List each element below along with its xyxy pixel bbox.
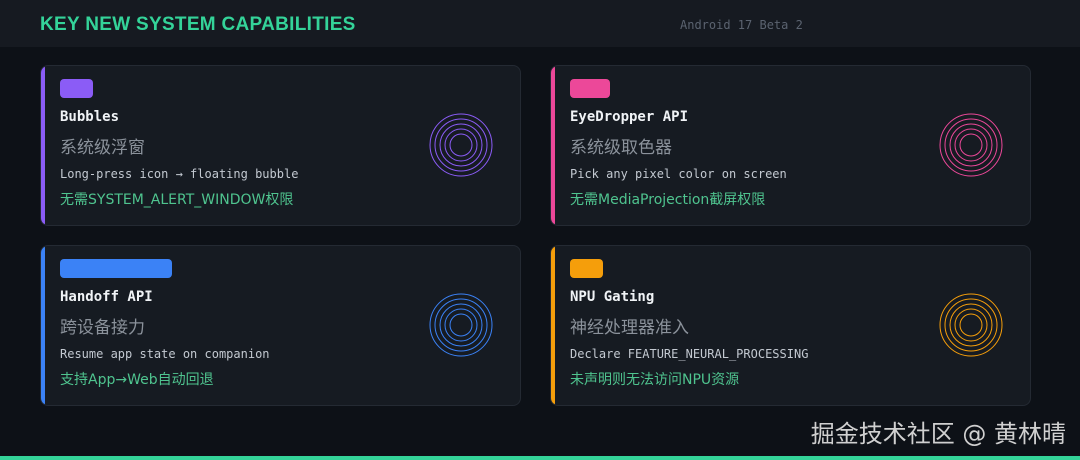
card-title: Bubbles (60, 109, 120, 125)
card-title: NPU Gating (570, 289, 655, 305)
capability-card-npu-gating: NPU Gating 神经处理器准入 Declare FEATURE_NEURA… (550, 245, 1031, 406)
card-subtitle-zh: 系统级浮窗 (60, 138, 145, 158)
capability-card-bubbles: Bubbles 系统级浮窗 Long-press icon → floating… (40, 65, 521, 226)
watermark: 掘金技术社区 @ 黄林晴 (810, 420, 1066, 448)
card-accent-bar (41, 246, 45, 405)
card-note: 支持App→Web自动回退 (60, 372, 214, 388)
card-note: 无需SYSTEM_ALERT_WINDOW权限 (60, 192, 294, 208)
card-note: 无需MediaProjection截屏权限 (570, 192, 766, 208)
card-title: Handoff API (60, 289, 153, 305)
card-subtitle-zh: 跨设备接力 (60, 318, 145, 338)
card-accent-bar (551, 66, 555, 225)
card-title: EyeDropper API (570, 109, 689, 125)
card-description: Pick any pixel color on screen (570, 167, 787, 181)
capability-card-handoff: Handoff API 跨设备接力 Resume app state on co… (40, 245, 521, 406)
card-subtitle-zh: 神经处理器准入 (570, 318, 689, 338)
card-accent-bar (41, 66, 45, 225)
concentric-rings-icon (939, 293, 1003, 357)
footer-accent-line (0, 456, 1080, 460)
version-label: Android 17 Beta 2 (680, 18, 803, 32)
concentric-rings-icon (429, 113, 493, 177)
card-accent-bar (551, 246, 555, 405)
capability-card-eyedropper: EyeDropper API 系统级取色器 Pick any pixel col… (550, 65, 1031, 226)
card-color-badge (60, 79, 93, 98)
card-color-badge (570, 259, 603, 278)
card-description: Long-press icon → floating bubble (60, 167, 299, 181)
card-note: 未声明则无法访问NPU资源 (570, 372, 740, 388)
page-title: KEY NEW SYSTEM CAPABILITIES (40, 14, 356, 35)
card-color-badge (60, 259, 172, 278)
card-description: Declare FEATURE_NEURAL_PROCESSING (570, 347, 809, 361)
card-color-badge (570, 79, 610, 98)
card-subtitle-zh: 系统级取色器 (570, 138, 672, 158)
card-description: Resume app state on companion (60, 347, 270, 361)
concentric-rings-icon (429, 293, 493, 357)
header-bar: KEY NEW SYSTEM CAPABILITIES Android 17 B… (0, 0, 1080, 47)
concentric-rings-icon (939, 113, 1003, 177)
